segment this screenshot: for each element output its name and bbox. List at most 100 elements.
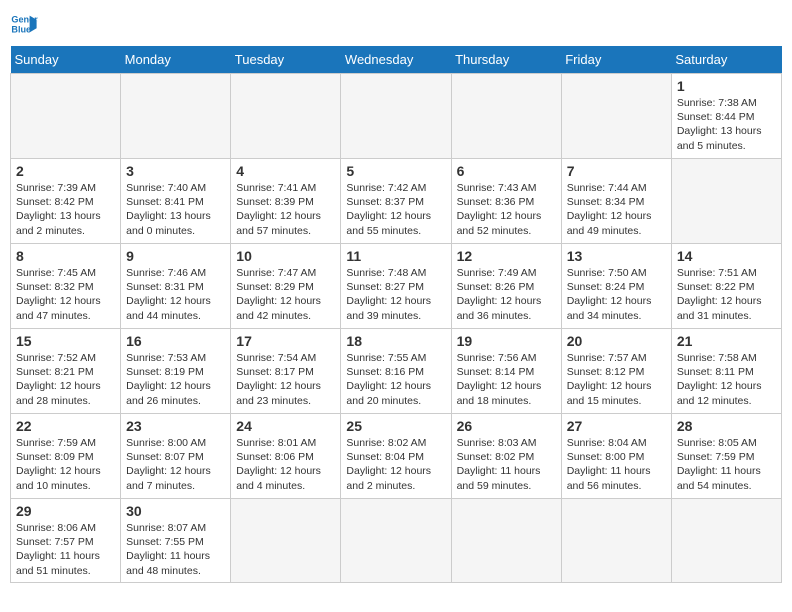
day-info: Sunrise: 7:49 AMSunset: 8:26 PMDaylight:… (457, 267, 542, 322)
week-row: 15Sunrise: 7:52 AMSunset: 8:21 PMDayligh… (11, 329, 782, 414)
calendar-cell-5: 5 Sunrise: 7:42 AMSunset: 8:37 PMDaylight… (341, 159, 451, 244)
svg-text:Blue: Blue (11, 24, 31, 34)
calendar-cell-22: 22Sunrise: 7:59 AMSunset: 8:09 PMDayligh… (11, 414, 121, 499)
day-number: 2 (16, 163, 115, 179)
calendar-cell-empty (451, 499, 561, 583)
calendar-cell-7: 7 Sunrise: 7:44 AMSunset: 8:34 PMDaylight… (561, 159, 671, 244)
week-row: 29Sunrise: 8:06 AMSunset: 7:57 PMDayligh… (11, 499, 782, 583)
day-info: Sunrise: 8:04 AMSunset: 8:00 PMDaylight:… (567, 437, 651, 492)
logo-icon: General Blue (10, 10, 38, 38)
day-number: 19 (457, 333, 556, 349)
day-number: 5 (346, 163, 445, 179)
calendar-cell-empty (561, 499, 671, 583)
day-info: Sunrise: 7:47 AMSunset: 8:29 PMDaylight:… (236, 267, 321, 322)
day-info: Sunrise: 8:01 AMSunset: 8:06 PMDaylight:… (236, 437, 321, 492)
day-info: Sunrise: 8:00 AMSunset: 8:07 PMDaylight:… (126, 437, 211, 492)
day-info: Sunrise: 7:54 AMSunset: 8:17 PMDaylight:… (236, 352, 321, 407)
calendar-cell-26: 26 Sunrise: 8:03 AMSunset: 8:02 PMDayligh… (451, 414, 561, 499)
day-number: 17 (236, 333, 335, 349)
calendar-cell-empty (121, 74, 231, 159)
day-info: Sunrise: 7:46 AMSunset: 8:31 PMDaylight:… (126, 267, 211, 322)
day-info: Sunrise: 7:44 AMSunset: 8:34 PMDaylight:… (567, 182, 652, 237)
calendar-cell-15: 15Sunrise: 7:52 AMSunset: 8:21 PMDayligh… (11, 329, 121, 414)
day-info: Sunrise: 8:03 AMSunset: 8:02 PMDaylight:… (457, 437, 541, 492)
calendar-cell-3: 3Sunrise: 7:40 AMSunset: 8:41 PMDaylight… (121, 159, 231, 244)
day-header-tuesday: Tuesday (231, 46, 341, 74)
day-number: 9 (126, 248, 225, 264)
day-number: 16 (126, 333, 225, 349)
day-number: 25 (346, 418, 445, 434)
day-info: Sunrise: 7:41 AMSunset: 8:39 PMDaylight:… (236, 182, 321, 237)
calendar-cell-21: 21 Sunrise: 7:58 AMSunset: 8:11 PMDayligh… (671, 329, 781, 414)
day-info: Sunrise: 7:55 AMSunset: 8:16 PMDaylight:… (346, 352, 431, 407)
day-header-monday: Monday (121, 46, 231, 74)
calendar-cell-2: 2 Sunrise: 7:39 AMSunset: 8:42 PMDaylight… (11, 159, 121, 244)
calendar-table: SundayMondayTuesdayWednesdayThursdayFrid… (10, 46, 782, 583)
calendar-cell-4: 4 Sunrise: 7:41 AMSunset: 8:39 PMDaylight… (231, 159, 341, 244)
day-number: 26 (457, 418, 556, 434)
calendar-cell-8: 8 Sunrise: 7:45 AMSunset: 8:32 PMDaylight… (11, 244, 121, 329)
day-number: 1 (677, 78, 776, 94)
calendar-cell-empty (231, 499, 341, 583)
day-header-saturday: Saturday (671, 46, 781, 74)
calendar-cell-empty (671, 499, 781, 583)
calendar-cell-empty (671, 159, 781, 244)
calendar-cell-empty (451, 74, 561, 159)
calendar-cell-30: 30Sunrise: 8:07 AMSunset: 7:55 PMDayligh… (121, 499, 231, 583)
calendar-cell-1: 1 Sunrise: 7:38 AMSunset: 8:44 PMDaylight… (671, 74, 781, 159)
day-info: Sunrise: 7:45 AMSunset: 8:32 PMDaylight:… (16, 267, 101, 322)
calendar-cell-13: 13 Sunrise: 7:50 AMSunset: 8:24 PMDayligh… (561, 244, 671, 329)
calendar-cell-19: 19 Sunrise: 7:56 AMSunset: 8:14 PMDayligh… (451, 329, 561, 414)
day-number: 11 (346, 248, 445, 264)
day-info: Sunrise: 7:53 AMSunset: 8:19 PMDaylight:… (126, 352, 211, 407)
header-row: SundayMondayTuesdayWednesdayThursdayFrid… (11, 46, 782, 74)
day-number: 20 (567, 333, 666, 349)
day-info: Sunrise: 7:59 AMSunset: 8:09 PMDaylight:… (16, 437, 101, 492)
day-header-friday: Friday (561, 46, 671, 74)
day-info: Sunrise: 7:42 AMSunset: 8:37 PMDaylight:… (346, 182, 431, 237)
day-number: 24 (236, 418, 335, 434)
page-header: General Blue (10, 10, 782, 38)
calendar-cell-16: 16 Sunrise: 7:53 AMSunset: 8:19 PMDayligh… (121, 329, 231, 414)
day-info: Sunrise: 8:06 AMSunset: 7:57 PMDaylight:… (16, 522, 100, 577)
day-number: 7 (567, 163, 666, 179)
calendar-cell-24: 24 Sunrise: 8:01 AMSunset: 8:06 PMDayligh… (231, 414, 341, 499)
calendar-cell-10: 10 Sunrise: 7:47 AMSunset: 8:29 PMDayligh… (231, 244, 341, 329)
calendar-cell-20: 20 Sunrise: 7:57 AMSunset: 8:12 PMDayligh… (561, 329, 671, 414)
day-number: 12 (457, 248, 556, 264)
day-info: Sunrise: 7:38 AMSunset: 8:44 PMDaylight:… (677, 97, 762, 152)
calendar-cell-empty (11, 74, 121, 159)
day-number: 4 (236, 163, 335, 179)
day-number: 10 (236, 248, 335, 264)
day-number: 30 (126, 503, 225, 519)
logo: General Blue (10, 10, 42, 38)
calendar-cell-29: 29Sunrise: 8:06 AMSunset: 7:57 PMDayligh… (11, 499, 121, 583)
day-info: Sunrise: 7:50 AMSunset: 8:24 PMDaylight:… (567, 267, 652, 322)
calendar-cell-14: 14Sunrise: 7:51 AMSunset: 8:22 PMDayligh… (671, 244, 781, 329)
calendar-cell-23: 23 Sunrise: 8:00 AMSunset: 8:07 PMDayligh… (121, 414, 231, 499)
calendar-cell-12: 12 Sunrise: 7:49 AMSunset: 8:26 PMDayligh… (451, 244, 561, 329)
day-number: 14 (677, 248, 776, 264)
calendar-cell-25: 25 Sunrise: 8:02 AMSunset: 8:04 PMDayligh… (341, 414, 451, 499)
calendar-cell-11: 11Sunrise: 7:48 AMSunset: 8:27 PMDayligh… (341, 244, 451, 329)
day-number: 18 (346, 333, 445, 349)
day-info: Sunrise: 7:58 AMSunset: 8:11 PMDaylight:… (677, 352, 762, 407)
calendar-cell-empty (341, 74, 451, 159)
week-row: 22Sunrise: 7:59 AMSunset: 8:09 PMDayligh… (11, 414, 782, 499)
day-info: Sunrise: 7:56 AMSunset: 8:14 PMDaylight:… (457, 352, 542, 407)
day-number: 23 (126, 418, 225, 434)
day-info: Sunrise: 7:39 AMSunset: 8:42 PMDaylight:… (16, 182, 101, 237)
day-header-wednesday: Wednesday (341, 46, 451, 74)
calendar-cell-6: 6Sunrise: 7:43 AMSunset: 8:36 PMDaylight… (451, 159, 561, 244)
day-number: 27 (567, 418, 666, 434)
day-info: Sunrise: 8:05 AMSunset: 7:59 PMDaylight:… (677, 437, 761, 492)
day-number: 21 (677, 333, 776, 349)
calendar-cell-18: 18 Sunrise: 7:55 AMSunset: 8:16 PMDayligh… (341, 329, 451, 414)
day-info: Sunrise: 8:02 AMSunset: 8:04 PMDaylight:… (346, 437, 431, 492)
day-number: 13 (567, 248, 666, 264)
day-number: 8 (16, 248, 115, 264)
day-header-thursday: Thursday (451, 46, 561, 74)
day-info: Sunrise: 7:57 AMSunset: 8:12 PMDaylight:… (567, 352, 652, 407)
calendar-cell-17: 17 Sunrise: 7:54 AMSunset: 8:17 PMDayligh… (231, 329, 341, 414)
week-row: 8 Sunrise: 7:45 AMSunset: 8:32 PMDaylight… (11, 244, 782, 329)
